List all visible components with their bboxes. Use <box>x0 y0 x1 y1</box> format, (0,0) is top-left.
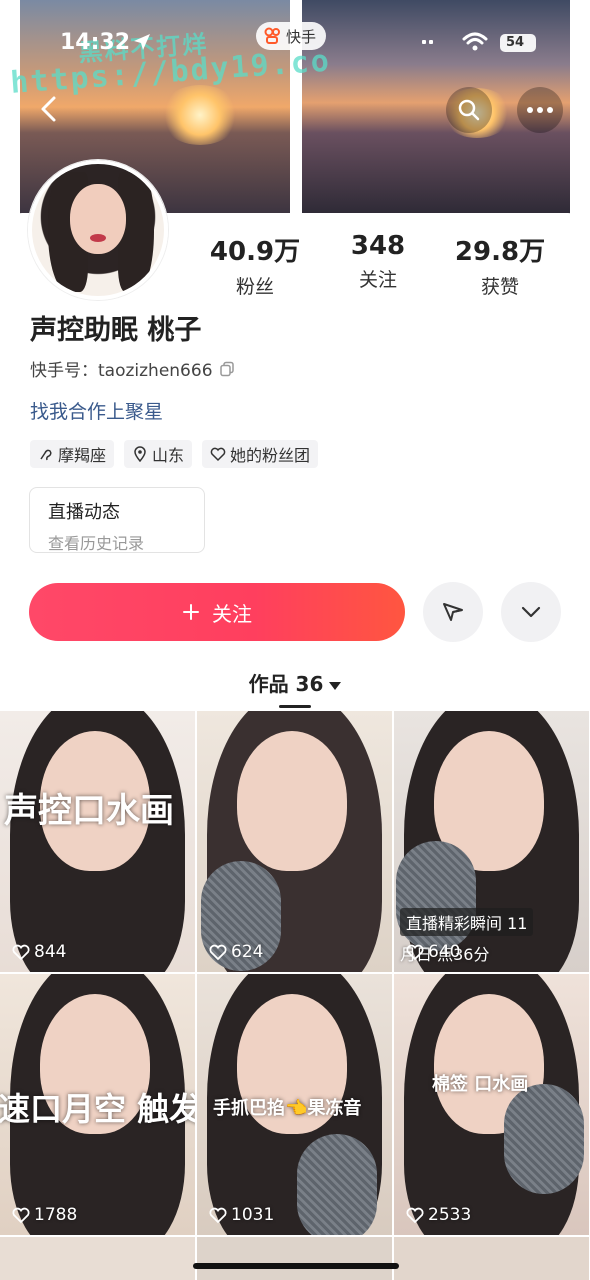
video-caption: 手抓巴掐👈果冻音 <box>213 1098 362 1119</box>
more-dots-icon <box>527 107 553 113</box>
stat-likes-label: 获赞 <box>480 276 519 298</box>
more-button[interactable] <box>517 87 563 133</box>
location-pin-icon <box>134 446 146 462</box>
heart-outline-icon <box>406 1207 424 1224</box>
stat-fans-label: 粉丝 <box>235 276 274 298</box>
paper-plane-icon <box>443 603 463 621</box>
stat-fans-number: 40.9万 <box>209 237 301 267</box>
capricorn-icon <box>40 449 52 461</box>
video-likes: 1031 <box>209 1205 274 1225</box>
expand-button[interactable] <box>501 582 561 642</box>
search-button[interactable] <box>446 87 492 133</box>
copy-icon[interactable] <box>219 361 235 377</box>
video-tile[interactable] <box>394 1237 589 1280</box>
wifi-icon <box>462 32 488 51</box>
video-likes-count: 640 <box>428 942 461 962</box>
user-id-row[interactable]: 快手号：taozizhen666 <box>30 356 235 381</box>
tag-location[interactable]: 山东 <box>124 440 193 468</box>
stat-following-label: 关注 <box>358 269 397 291</box>
tab-works[interactable]: 作品 36 <box>0 668 590 697</box>
back-button[interactable] <box>26 86 72 132</box>
video-caption: 速口月空 触发 <box>0 1090 195 1128</box>
tag-zodiac[interactable]: 摩羯座 <box>30 440 115 468</box>
cellular-signal-icon <box>422 40 433 44</box>
video-likes: 1788 <box>12 1205 77 1225</box>
video-likes: 2533 <box>406 1205 471 1225</box>
battery-indicator: 54 <box>500 34 536 52</box>
chevron-left-icon <box>41 96 56 122</box>
location-arrow-icon <box>134 34 150 50</box>
video-caption: 棉签 口水画 <box>432 1074 529 1095</box>
stat-following[interactable]: 348 关注 <box>318 231 438 292</box>
kuaishou-logo-icon <box>264 27 280 44</box>
heart-outline-icon <box>210 447 226 462</box>
video-likes-count: 1788 <box>34 1205 78 1225</box>
live-activity-card[interactable]: 直播动态 查看历史记录 <box>29 487 205 553</box>
video-likes-count: 1031 <box>231 1205 275 1225</box>
heart-outline-icon <box>12 944 30 961</box>
video-likes-count: 844 <box>34 942 67 962</box>
video-tile[interactable]: 速口月空 触发 1788 <box>0 974 195 1235</box>
search-icon <box>458 99 480 121</box>
video-tile[interactable]: 棉签 口水画 2533 <box>394 974 589 1235</box>
follow-button-label: 关注 <box>212 601 252 626</box>
live-activity-title: 直播动态 <box>48 502 120 523</box>
stat-likes[interactable]: 29.8万 获赞 <box>440 231 560 299</box>
video-likes-count: 2533 <box>428 1205 472 1225</box>
tag-location-label: 山东 <box>152 446 185 465</box>
video-tile[interactable]: 直播精彩瞬间 11 月日 点36分 640 <box>394 711 589 972</box>
stat-fans[interactable]: 40.9万 粉丝 <box>195 231 315 299</box>
tag-zodiac-label: 摩羯座 <box>58 446 107 465</box>
video-tile[interactable] <box>0 1237 195 1280</box>
video-tile[interactable] <box>197 1237 392 1280</box>
tag-fan-club-label: 她的粉丝团 <box>230 446 311 465</box>
heart-outline-icon <box>406 944 424 961</box>
video-tile[interactable]: 声控口水画 844 <box>0 711 195 972</box>
profile-stats: 40.9万 粉丝 348 关注 29.8万 获赞 <box>0 231 590 301</box>
chevron-down-icon <box>521 606 541 618</box>
live-activity-subtitle: 查看历史记录 <box>48 534 145 553</box>
bio-cooperation-link[interactable]: 找我合作上聚星 <box>30 397 163 424</box>
tab-active-indicator <box>279 705 311 708</box>
video-caption: 声控口水画 <box>4 791 174 831</box>
kuaishou-app-pill[interactable]: 快手 <box>256 22 327 50</box>
tab-works-label: 作品 36 <box>248 672 324 696</box>
kuaishou-pill-label: 快手 <box>286 27 317 46</box>
status-time: 14:32 <box>60 30 131 55</box>
video-likes: 624 <box>209 942 263 962</box>
follow-button[interactable]: 关注 <box>29 583 405 641</box>
send-message-button[interactable] <box>423 582 483 642</box>
stat-following-number: 348 <box>350 231 406 261</box>
home-indicator <box>193 1263 399 1269</box>
video-likes: 844 <box>12 942 66 962</box>
profile-tags: 摩羯座 山东 她的粉丝团 <box>30 440 319 468</box>
caret-down-icon <box>329 681 342 690</box>
user-id-text: 快手号：taozizhen666 <box>30 361 213 381</box>
live-highlight-badge: 直播精彩瞬间 11 <box>400 908 534 936</box>
stat-likes-number: 29.8万 <box>454 237 546 267</box>
heart-outline-icon <box>12 1207 30 1224</box>
plus-icon <box>183 604 199 620</box>
tag-fan-club[interactable]: 她的粉丝团 <box>202 440 319 468</box>
video-likes: 640 <box>406 942 460 962</box>
video-likes-count: 624 <box>231 942 264 962</box>
video-tile[interactable]: 手抓巴掐👈果冻音 1031 <box>197 974 392 1235</box>
heart-outline-icon <box>209 1207 227 1224</box>
heart-outline-icon <box>209 944 227 961</box>
video-tile[interactable]: 624 <box>197 711 392 972</box>
profile-name: 声控助眠 桃子 <box>30 315 202 346</box>
